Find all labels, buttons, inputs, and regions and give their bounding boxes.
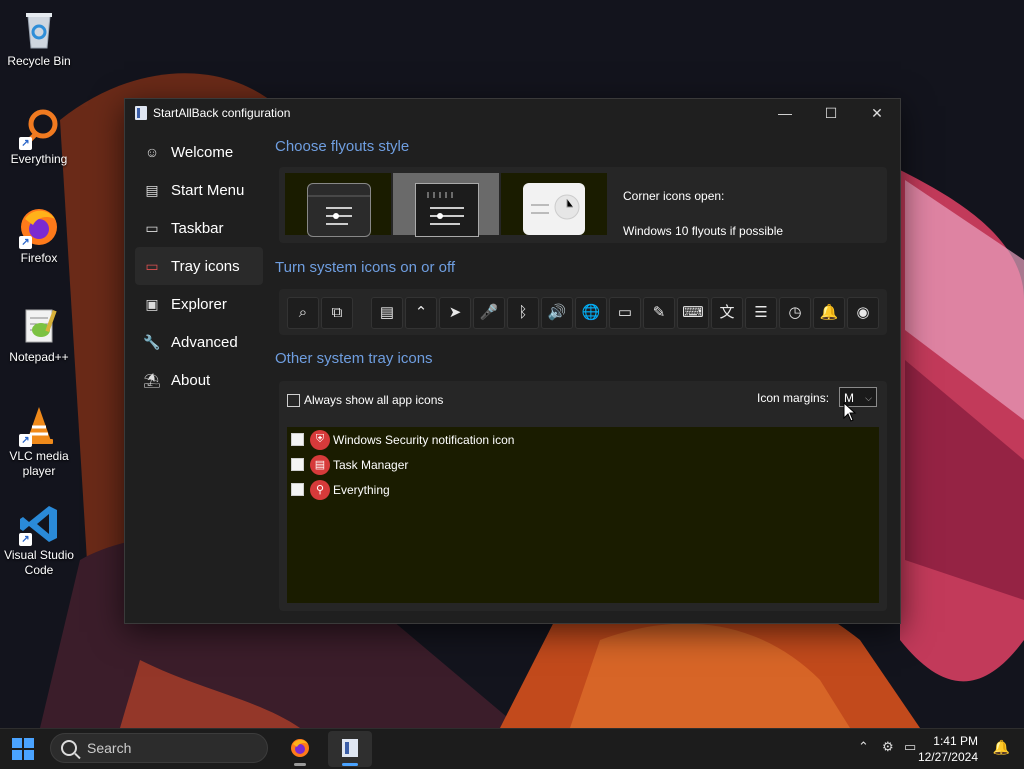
tray-item-checkbox[interactable]	[291, 433, 304, 446]
task-manager-icon: ▤	[310, 454, 330, 475]
desktop-icon-everything[interactable]: ↗ Everything	[0, 106, 78, 167]
start-button[interactable]	[12, 738, 34, 760]
list-item[interactable]: ▤ Task Manager	[287, 452, 879, 477]
nav-item-explorer[interactable]: ▣ Explorer	[135, 285, 263, 323]
chevron-up-icon[interactable]: ⌃	[858, 739, 869, 755]
display-icon[interactable]: ▭	[904, 739, 916, 755]
folder-icon: ▣	[145, 295, 159, 312]
corner-icons-label: Corner icons open:	[623, 189, 725, 203]
bluetooth-icon[interactable]: ᛒ	[507, 297, 539, 329]
search-icon	[61, 740, 77, 756]
task-view-icon[interactable]: ⧉	[321, 297, 353, 329]
always-show-checkbox-box[interactable]	[287, 394, 300, 408]
corner-icons-info: Corner icons open: Windows 10 flyouts if…	[623, 179, 783, 249]
close-button[interactable]: ✕	[854, 99, 900, 127]
chevron-up-icon[interactable]: ⌃	[405, 297, 437, 329]
desktop-icon-firefox[interactable]: ↗ Firefox	[0, 205, 78, 266]
language-icon[interactable]: 文	[711, 297, 743, 329]
list-item[interactable]: ⛨ Windows Security notification icon	[287, 427, 879, 452]
taskbar-clock[interactable]: 1:41 PM 12/27/2024	[918, 733, 978, 765]
search-icon[interactable]: ⌕	[287, 297, 319, 329]
firefox-icon: ↗	[17, 205, 61, 249]
desktop-icon-recycle-bin[interactable]: Recycle Bin	[0, 8, 78, 69]
mouse-cursor-icon	[843, 402, 857, 422]
taskbar-search[interactable]: Search	[50, 733, 268, 763]
list-item[interactable]: ⚲ Everything	[287, 477, 879, 502]
everything-icon: ↗	[17, 106, 61, 150]
clock-date: 12/27/2024	[917, 750, 978, 764]
flyout-option-win10-selected[interactable]	[393, 173, 499, 237]
always-show-checkbox[interactable]: Always show all app icons	[287, 393, 443, 408]
security-shield-icon: ⛨	[310, 429, 330, 450]
minimize-button[interactable]: —	[762, 99, 808, 127]
taskbar-app-startallback[interactable]	[328, 731, 372, 767]
nav-item-taskbar[interactable]: ▭ Taskbar	[135, 209, 263, 247]
firefox-icon	[291, 739, 309, 757]
taskbar-app-firefox[interactable]	[278, 731, 322, 767]
clock-icon[interactable]: ◷	[779, 297, 811, 329]
settings-sliders-icon[interactable]: ☰	[745, 297, 777, 329]
window-title: StartAllBack configuration	[153, 106, 291, 120]
desktop-icon-vscode[interactable]: ↗ Visual Studio Code	[0, 502, 78, 578]
nav-item-welcome[interactable]: ☺ Welcome	[135, 133, 263, 171]
desktop-icon-notepad-plus-plus[interactable]: Notepad++	[0, 304, 78, 365]
shortcut-arrow-icon: ↗	[19, 533, 32, 546]
tray-item-checkbox[interactable]	[291, 458, 304, 471]
taskbar-icon: ▭	[145, 219, 159, 236]
system-icons-section-title: Turn system icons on or off	[275, 259, 456, 276]
widgets-icon[interactable]: ▤	[371, 297, 403, 329]
corner-icons-value[interactable]: Windows 10 flyouts if possible	[623, 214, 783, 249]
bell-icon[interactable]: 🔔	[993, 739, 1010, 756]
battery-icon[interactable]: ▭	[609, 297, 641, 329]
system-icons-panel: ⌕ ⧉ ▤ ⌃ ➤ 🎤 ᛒ 🔊 🌐 ▭ ✎ ⌨ 文 ☰ ◷ 🔔 ◉	[279, 289, 887, 335]
smile-icon: ☺	[144, 144, 160, 160]
network-icon[interactable]: ⚙	[882, 739, 894, 755]
location-icon[interactable]: ➤	[439, 297, 471, 329]
flyout-option-light[interactable]	[501, 173, 607, 235]
startallback-app-icon	[135, 106, 147, 120]
tray-item-checkbox[interactable]	[291, 483, 304, 496]
bell-icon[interactable]: 🔔	[813, 297, 845, 329]
start-menu-icon: ▤	[145, 181, 159, 198]
wrench-icon: 🔧	[143, 333, 161, 350]
nav-item-start-menu[interactable]: ▤ Start Menu	[135, 171, 263, 209]
everything-icon: ⚲	[310, 479, 330, 500]
nav-item-about[interactable]: ⛱ About	[135, 361, 263, 399]
vlc-icon: ↗	[17, 403, 61, 447]
maximize-button[interactable]: ☐	[808, 99, 854, 127]
tray-section-title: Other system tray icons	[275, 350, 433, 367]
flyout-style-panel: Corner icons open: Windows 10 flyouts if…	[279, 167, 887, 243]
startallback-config-window: StartAllBack configuration — ☐ ✕ ☺ Welcom…	[124, 98, 901, 624]
microphone-icon[interactable]: 🎤	[473, 297, 505, 329]
chevron-down-icon: ⌵	[865, 393, 872, 403]
eye-icon[interactable]: ◉	[847, 297, 879, 329]
sidebar-nav: ☺ Welcome ▤ Start Menu ▭ Taskbar ▭ Tray icon…	[135, 133, 263, 399]
keyboard-icon[interactable]: ⌨	[677, 297, 709, 329]
recycle-bin-icon	[17, 8, 61, 52]
title-bar[interactable]: StartAllBack configuration — ☐ ✕	[125, 99, 900, 127]
about-icon: ⛱	[143, 371, 161, 388]
flyout-option-dark[interactable]	[285, 173, 391, 237]
desktop-icon-vlc[interactable]: ↗ VLC media player	[0, 403, 78, 479]
flyouts-section-title: Choose flyouts style	[275, 138, 410, 155]
vscode-icon: ↗	[17, 502, 61, 546]
startallback-app-icon	[342, 739, 358, 757]
tray-icon-list: ⛨ Windows Security notification icon ▤ T…	[287, 427, 879, 603]
shortcut-arrow-icon: ↗	[19, 236, 32, 249]
shortcut-arrow-icon: ↗	[19, 137, 32, 150]
volume-icon[interactable]: 🔊	[541, 297, 573, 329]
nav-item-advanced[interactable]: 🔧 Advanced	[135, 323, 263, 361]
clock-time: 1:41 PM	[933, 734, 978, 748]
nav-item-tray-icons[interactable]: ▭ Tray icons	[135, 247, 263, 285]
network-icon[interactable]: 🌐	[575, 297, 607, 329]
taskbar: Search ⌃ ⚙ ▭ 1:41 PM 12/27/2024 🔔	[0, 728, 1024, 769]
pen-icon[interactable]: ✎	[643, 297, 675, 329]
tray-icon: ▭	[145, 257, 159, 274]
tray-icons-panel: Always show all app icons Icon margins: …	[279, 381, 887, 611]
notepad-plus-plus-icon	[17, 304, 61, 348]
icon-margins-label: Icon margins:	[757, 391, 830, 405]
shortcut-arrow-icon: ↗	[19, 434, 32, 447]
